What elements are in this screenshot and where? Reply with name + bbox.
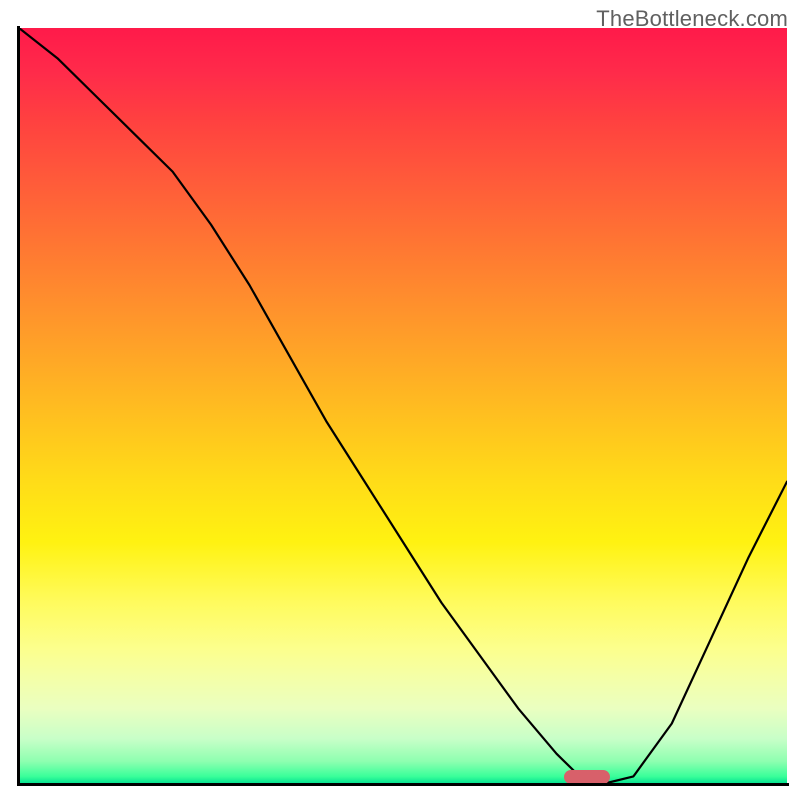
chart-plot-area: [19, 28, 787, 784]
axis-bottom: [17, 783, 789, 786]
axis-left: [17, 26, 20, 786]
chart-accent-marker: [564, 770, 610, 784]
chart-line: [19, 28, 787, 784]
watermark-text: TheBottleneck.com: [596, 6, 788, 32]
